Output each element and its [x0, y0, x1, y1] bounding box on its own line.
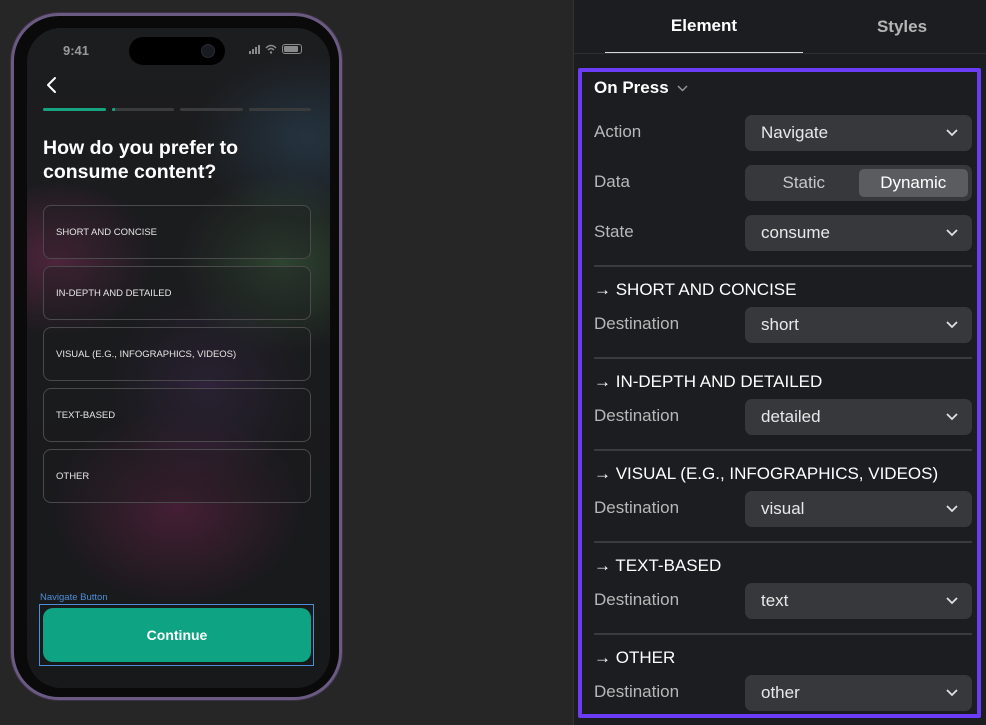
destination-select[interactable]: detailed: [745, 399, 972, 435]
dynamic-island: [129, 37, 225, 65]
progress-segment: [180, 108, 243, 111]
panel-tabs: Element Styles: [574, 0, 986, 54]
state-select[interactable]: consume: [745, 215, 972, 251]
destination-value: text: [761, 591, 789, 610]
data-dynamic-option[interactable]: Dynamic: [858, 169, 968, 197]
data-label: Data: [594, 172, 630, 191]
continue-button[interactable]: Continue: [43, 608, 311, 662]
chevron-left-icon: [47, 77, 56, 93]
action-label: Action: [594, 122, 642, 141]
destination-select[interactable]: visual: [745, 491, 972, 527]
design-canvas: 9:41 How do you prefer to consume conten…: [0, 0, 573, 725]
destination-select[interactable]: text: [745, 583, 972, 619]
chevron-down-icon: [946, 321, 958, 329]
destination-value: detailed: [761, 407, 821, 426]
wifi-icon: [265, 44, 277, 54]
progress-fill: [43, 108, 106, 111]
option-text-based[interactable]: TEXT-BASED: [43, 388, 311, 442]
selection-label: Navigate Button: [40, 592, 108, 603]
case-title: → OTHER: [594, 648, 676, 667]
progress-segment: [248, 108, 311, 111]
option-short-and-concise[interactable]: SHORT AND CONCISE: [43, 205, 311, 259]
option-list: SHORT AND CONCISE IN-DEPTH AND DETAILED …: [43, 205, 311, 510]
destination-select[interactable]: short: [745, 307, 972, 343]
divider: [594, 265, 972, 267]
divider: [594, 541, 972, 543]
destination-value: other: [761, 683, 800, 702]
on-press-label: On Press: [594, 78, 669, 97]
chevron-down-icon: [946, 229, 958, 237]
case-title: → VISUAL (E.G., INFOGRAPHICS, VIDEOS): [594, 464, 939, 483]
status-icons: [249, 44, 302, 54]
progress-segment: [43, 108, 106, 111]
tab-styles[interactable]: Styles: [803, 0, 986, 54]
option-in-depth-and-detailed[interactable]: IN-DEPTH AND DETAILED: [43, 266, 311, 320]
chevron-down-icon: [946, 129, 958, 137]
destination-label: Destination: [594, 406, 680, 425]
state-label: State: [594, 222, 634, 241]
data-toggle: Static Dynamic: [745, 165, 972, 201]
destination-label: Destination: [594, 314, 680, 333]
chevron-down-icon: [946, 689, 958, 697]
data-static-option[interactable]: Static: [749, 169, 859, 197]
tab-element[interactable]: Element: [605, 0, 803, 53]
back-button[interactable]: [45, 76, 65, 98]
battery-icon: [282, 44, 302, 54]
destination-select[interactable]: other: [745, 675, 972, 711]
question-title: How do you prefer to consume content?: [43, 137, 238, 183]
onboarding-progress: [43, 108, 311, 111]
case-title: → IN-DEPTH AND DETAILED: [594, 372, 823, 391]
chevron-down-icon: [946, 413, 958, 421]
chevron-down-icon: [677, 85, 688, 91]
destination-value: visual: [761, 499, 805, 518]
divider: [594, 449, 972, 451]
destination-label: Destination: [594, 590, 680, 609]
on-press-toggle[interactable]: On Press: [594, 78, 688, 98]
app-root: 9:41 How do you prefer to consume conten…: [0, 0, 986, 725]
progress-fill: [111, 108, 115, 111]
divider: [594, 633, 972, 635]
camera-lens-icon: [201, 44, 215, 58]
destination-value: short: [761, 315, 799, 334]
destination-label: Destination: [594, 682, 680, 701]
chevron-down-icon: [946, 597, 958, 605]
option-other[interactable]: OTHER: [43, 449, 311, 503]
action-select[interactable]: Navigate: [745, 115, 972, 151]
action-value: Navigate: [761, 123, 829, 142]
signal-icon: [249, 44, 260, 54]
state-value: consume: [761, 223, 830, 242]
option-visual[interactable]: VISUAL (E.G., INFOGRAPHICS, VIDEOS): [43, 327, 311, 381]
case-title: → TEXT-BASED: [594, 556, 722, 575]
chevron-down-icon: [946, 505, 958, 513]
divider: [594, 357, 972, 359]
progress-segment: [111, 108, 174, 111]
status-time: 9:41: [63, 43, 90, 58]
phone-screen: 9:41 How do you prefer to consume conten…: [27, 28, 330, 688]
destination-label: Destination: [594, 498, 680, 517]
properties-panel: Element Styles On Press Action Navigate …: [573, 0, 986, 725]
case-title: → SHORT AND CONCISE: [594, 280, 797, 299]
